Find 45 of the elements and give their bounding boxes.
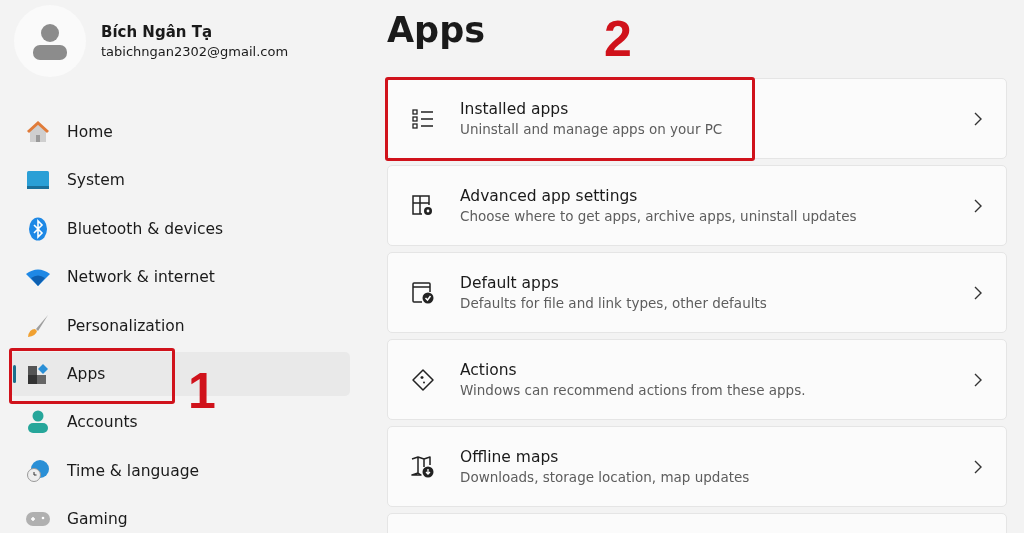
page-title: Apps [387,9,486,50]
selection-indicator [13,364,16,383]
settings-card[interactable]: Offline maps Downloads, storage location, map updates [387,426,1007,507]
globe-clock-icon [26,458,50,483]
sidebar-item[interactable]: Bluetooth & devices [10,206,350,251]
card-title: Offline maps [460,448,560,466]
card-description: Windows can recommend actions from these apps. [460,382,807,398]
apps-icon [27,362,49,385]
sidebar-item[interactable]: Time & language [10,448,350,493]
chevron-right-icon [974,285,982,300]
user-name: Bích Ngân Tạ [101,23,214,41]
card-description: Uninstall and manage apps on your PC [460,121,724,137]
wifi-icon [26,268,50,287]
chevron-right-icon [974,459,982,474]
diamond-sparkle-icon [411,367,435,392]
list-icon [412,108,434,129]
chevron-right-icon [974,111,982,126]
monitor-icon [26,170,50,191]
chevron-right-icon [974,198,982,213]
card-title: Advanced app settings [460,187,639,205]
settings-card[interactable]: Default apps Defaults for file and link types, other defaults [387,252,1007,333]
gamepad-icon [25,510,51,529]
sidebar-item[interactable]: Home [10,110,350,154]
card-description: Defaults for file and link types, other defaults [460,295,768,311]
step-number: 2 [604,14,632,64]
bluetooth-icon [28,216,48,241]
sidebar-item[interactable]: Gaming [10,497,350,533]
window-gear-icon [411,193,435,218]
sidebar-item[interactable]: Personalization [10,303,350,348]
sidebar-item[interactable]: System [10,158,350,203]
card-title: Default apps [460,274,560,292]
settings-card[interactable]: Advanced app settings Choose where to get apps, archive apps, uninstall updates [387,165,1007,246]
map-download-icon [410,454,436,479]
person-icon [27,410,49,435]
window-check-icon [411,280,435,305]
card-description: Choose where to get apps, archive apps, uninstall updates [460,208,858,224]
chevron-right-icon [974,372,982,387]
house-icon [26,121,50,143]
settings-card[interactable]: Actions Windows can recommend actions from these apps. [387,339,1007,420]
card-title: Installed apps [460,100,570,118]
card-title: Actions [460,361,518,379]
user-email: tabichngan2302@gmail.com [101,44,289,59]
card-description: Downloads, storage location, map updates [460,469,751,485]
settings-card[interactable]: Installed apps Uninstall and manage apps on your PC [387,78,1007,159]
sidebar-item[interactable]: Network & internet [10,255,350,300]
